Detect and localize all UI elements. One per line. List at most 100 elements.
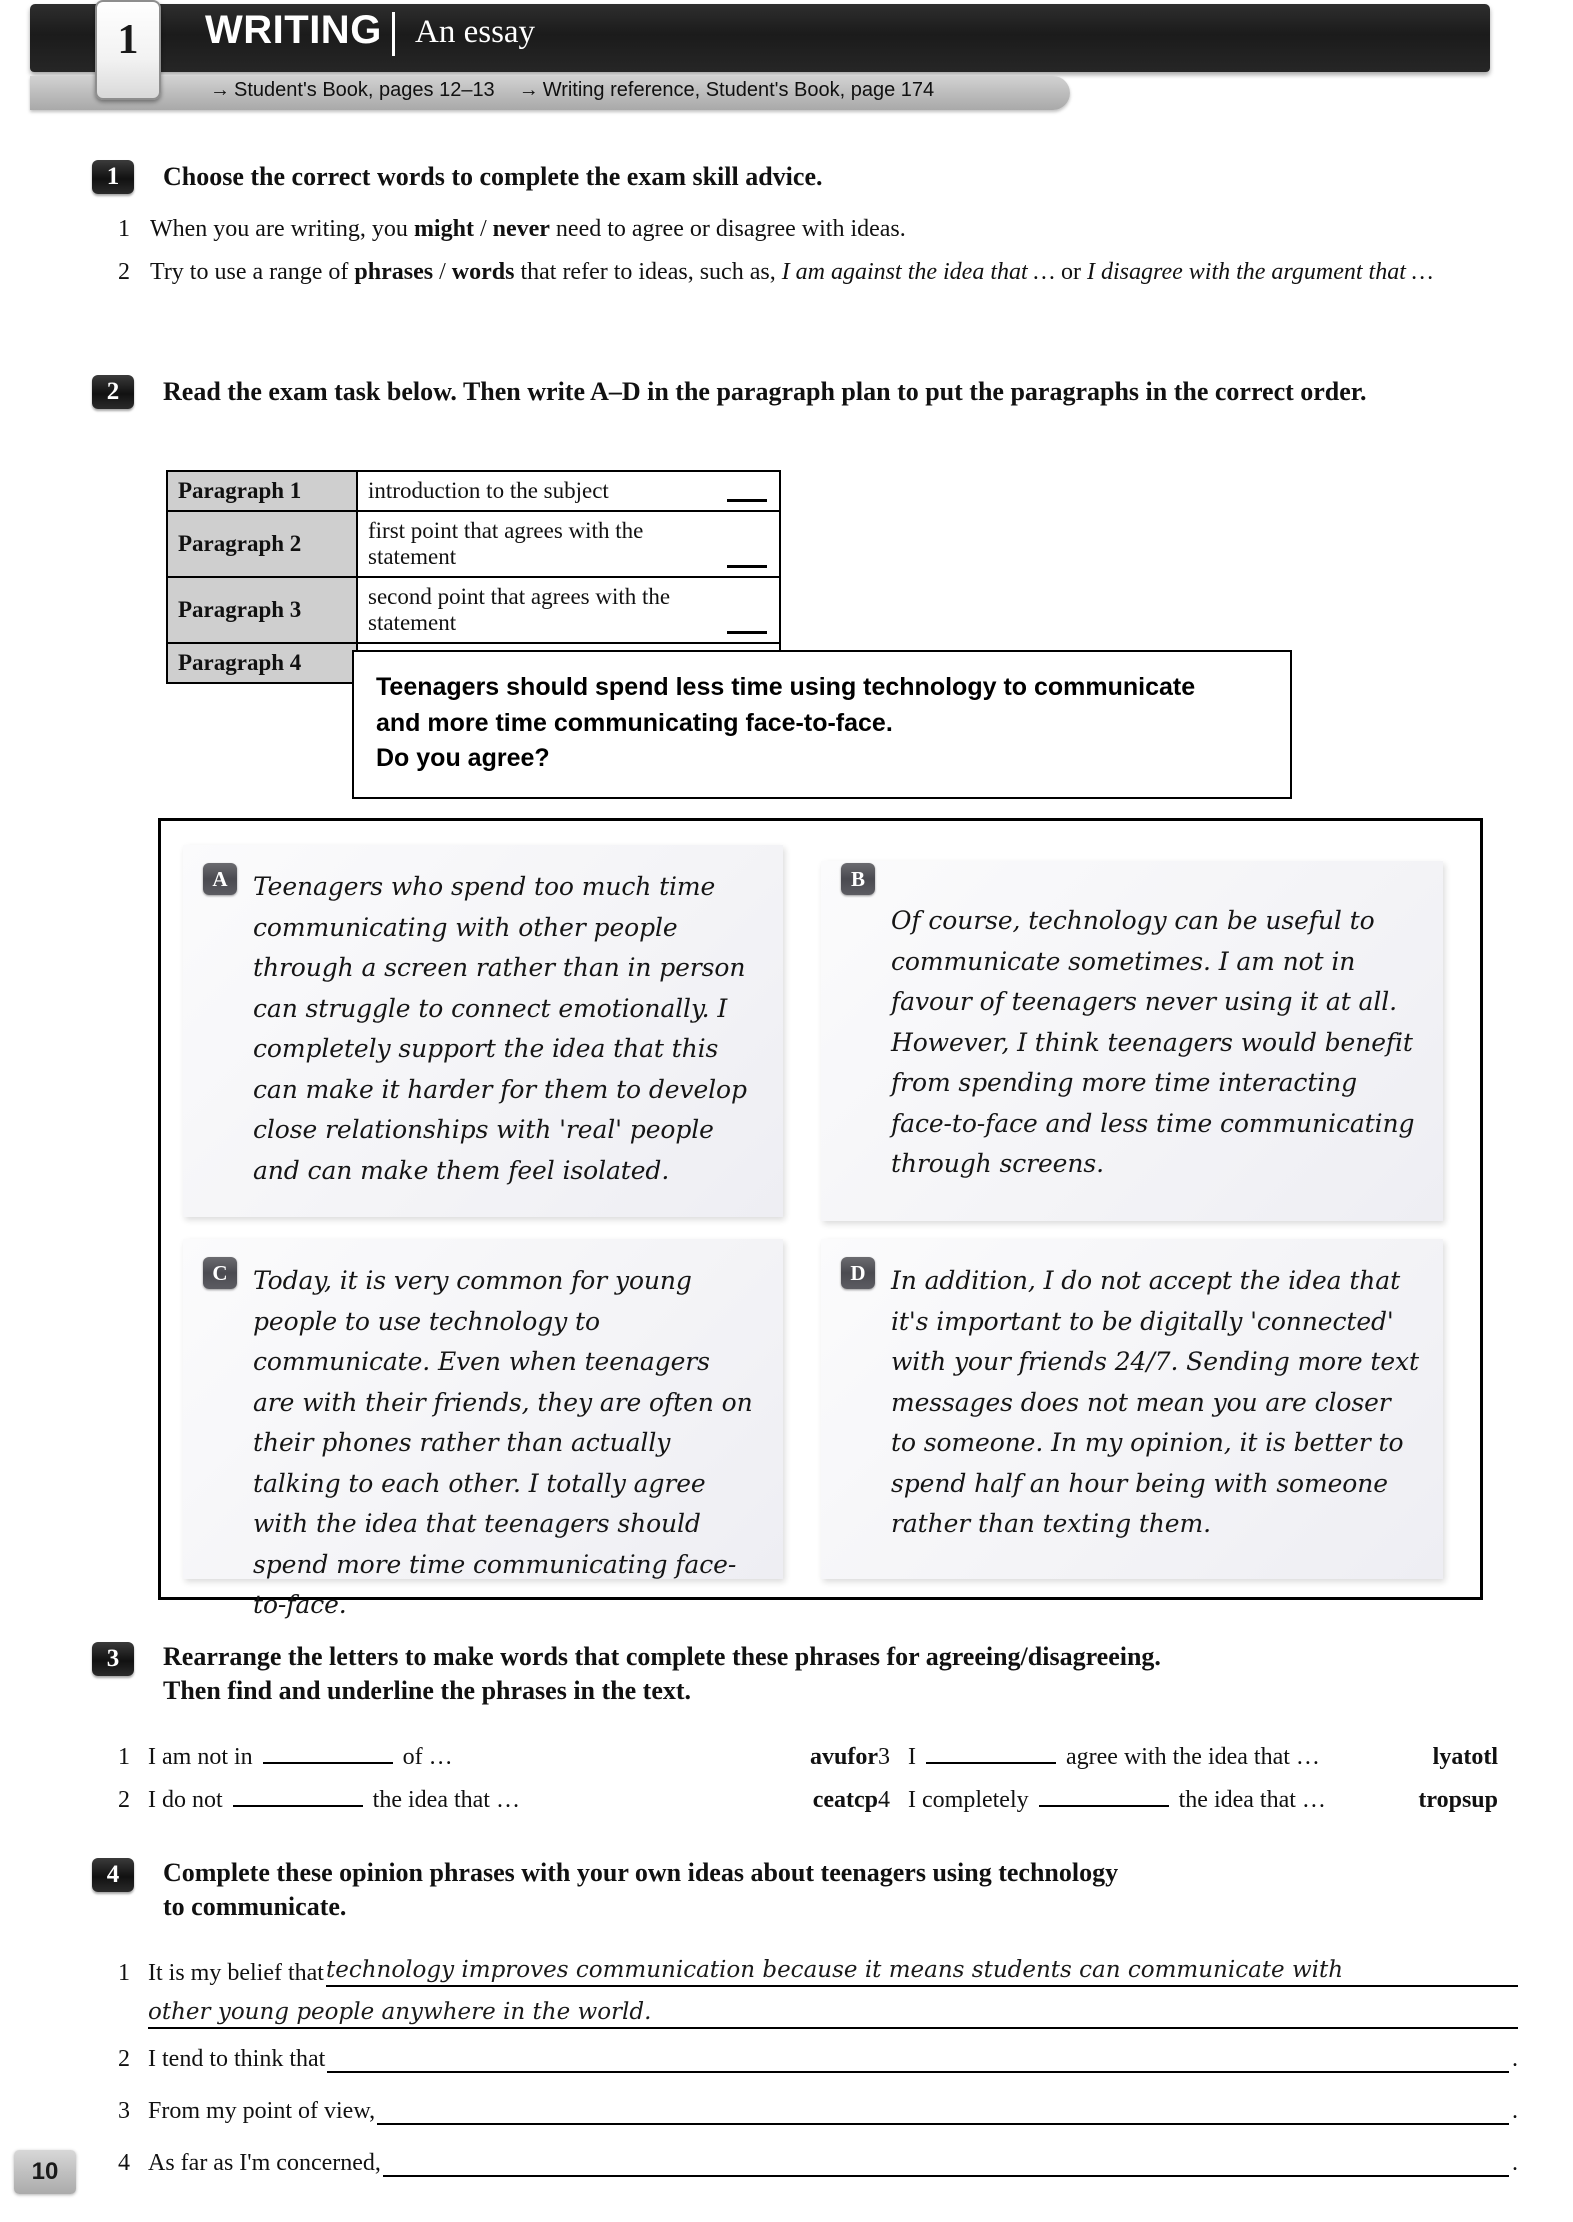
table-row: Paragraph 3 second point that agrees wit… [167,577,780,643]
item-stem: From my point of view, [148,2098,376,2124]
option-separator: / [433,258,452,285]
item-phrase: I agree with the idea that … [908,1742,1423,1771]
exam-task-line-2: and more time communicating face-to-face… [376,708,893,737]
item-number: 2 [118,2046,130,2072]
paragraph-text-b: Of course, technology can be useful to c… [891,906,1415,1178]
exercise-4-rubric-line-1: Complete these opinion phrases with your… [163,1858,1119,1887]
table-row: Paragraph 1 introduction to the subject [167,471,780,511]
paragraph-text-a: Teenagers who spend too much time commun… [253,872,747,1185]
item-phrase: I do not the idea that … [148,1785,773,1814]
item-mid: or [1055,258,1088,285]
unit-number-badge: 1 [95,0,161,100]
page-title: WRITING [205,8,382,52]
exercise-3-rubric: Rearrange the letters to make words that… [163,1640,1483,1709]
answer-blank[interactable] [382,2145,1509,2177]
exercise-4-items: 1 It is my belief that technology improv… [118,1955,1518,2183]
paragraph-label: Paragraph 3 [167,577,358,643]
item-phrase: I am not in of … [148,1742,690,1771]
paragraph-text-c: Today, it is very common for young peopl… [253,1266,753,1619]
item-end-punctuation: . [1512,2150,1518,2176]
item-phrase: I completely the idea that … [908,1785,1408,1814]
answer-blank[interactable] [1038,1785,1169,1807]
reference-item-1: → Student's Book, pages 12–13 [210,79,495,102]
answer-blank[interactable] [727,565,767,568]
anagram-word: ceatcp [812,1787,878,1813]
paragraph-description-text: introduction to the subject [368,478,609,503]
reference-item-2: → Writing reference, Student's Book, page… [519,79,934,102]
item-post: of … [396,1744,453,1770]
anagram-word: lyatotl [1432,1744,1498,1770]
item-number: 1 [118,1744,130,1770]
item-text: Try to use a range of phrases / words th… [150,255,1448,290]
exercise-3-items: 1 I am not in of … avufor 3 I agree with… [118,1742,1518,1828]
item-pre: I am not in [148,1744,259,1770]
exercise-4-item-1: 1 It is my belief that technology improv… [118,1955,1518,1987]
item-number: 4 [118,2150,130,2176]
answer-blank[interactable] [727,499,767,502]
paragraph-label: Paragraph 4 [167,643,358,683]
arrow-right-icon: → [210,79,230,101]
exercise-4-item-2: 2 I tend to think that . [118,2041,1518,2073]
item-pre: I completely [908,1787,1035,1813]
answer-blank[interactable] [262,1742,393,1764]
item-stem: I tend to think that [148,2046,326,2072]
option-a[interactable]: phrases [354,259,433,285]
table-row: Paragraph 2 first point that agrees with… [167,511,780,577]
item-end-punctuation: . [1512,2046,1518,2072]
exercise-1-number-label: 1 [106,163,120,190]
unit-number-label: 1 [117,17,139,63]
exercise-3-rubric-line-1: Rearrange the letters to make words that… [163,1642,1161,1671]
paragraph-letter-label: B [850,867,865,891]
exam-task-line-1: Teenagers should spend less time using t… [376,673,1196,701]
exercise-3-row-1: 1 I am not in of … avufor 3 I agree with… [118,1742,1518,1771]
item-number: 2 [118,1787,130,1813]
answer-blank[interactable] [727,631,767,634]
paragraph-cards-panel: A Teenagers who spend too much time comm… [158,818,1483,1619]
page-header: 1 WRITING An essay → Student's Book, page… [0,0,1573,120]
exercise-2-number-label: 2 [106,378,120,405]
page-number-label: 10 [31,2158,59,2185]
paragraph-card-d: D In addition, I do not accept the idea … [821,1239,1443,1579]
answer-blank[interactable] [232,1785,363,1807]
answer-blank[interactable]: technology improves communication becaus… [325,1955,1518,1987]
exercise-4-rubric: Complete these opinion phrases with your… [163,1856,1463,1925]
answer-blank[interactable] [926,1742,1056,1764]
answer-blank[interactable] [327,2041,1509,2073]
exercise-3-item-4: 4 I completely the idea that … tropsup [878,1785,1498,1814]
item-number: 1 [118,1960,130,1986]
exercise-1-item-1: 1 When you are writing, you might / neve… [118,212,1448,247]
item-stem: As far as I'm concerned, [148,2150,381,2176]
paragraph-letter-badge-d: D [841,1257,875,1289]
item-number: 4 [878,1787,890,1813]
option-b[interactable]: never [493,216,550,242]
item-pre: Try to use a range of [150,258,355,285]
option-b[interactable]: words [452,259,515,285]
answer-blank[interactable] [377,2093,1509,2125]
exercise-4-item-4: 4 As far as I'm concerned, . [118,2145,1518,2177]
paragraph-letter-badge-a: A [203,863,237,895]
paragraph-text-d: In addition, I do not accept the idea th… [891,1266,1419,1538]
option-a[interactable]: might [414,216,474,242]
example-phrase-b: I disagree with the argument that … [1087,258,1434,285]
paragraph-description: second point that agrees with the statem… [357,577,780,643]
reference-list: → Student's Book, pages 12–13 → Writing re… [210,79,934,102]
item-post: need to agree or disagree with ideas. [549,216,906,242]
option-separator: / [473,216,493,242]
anagram-word: tropsup [1418,1787,1498,1813]
exercise-4-rubric-line-2: to communicate. [163,1892,347,1922]
exercise-3-item-2: 2 I do not the idea that … ceatcp [118,1785,878,1814]
item-post: agree with the idea that … [1060,1744,1320,1770]
exercise-2-number-badge: 2 [92,375,134,409]
item-number: 3 [878,1744,890,1770]
exercise-4-number-badge: 4 [92,1858,134,1892]
answer-blank[interactable]: other young people anywhere in the world… [148,1993,1518,2029]
handwritten-answer-line-2: other young people anywhere in the world… [148,1999,652,2025]
exercise-1-items: 1 When you are writing, you might / neve… [118,212,1448,298]
paragraph-description-text: first point that agrees with the stateme… [368,518,644,569]
exercise-1-rubric: Choose the correct words to complete the… [163,162,823,191]
paragraph-letter-label: C [212,1261,228,1285]
page-subtitle: An essay [415,14,536,50]
paragraph-label: Paragraph 2 [167,511,358,577]
exam-task-question: Do you agree? [376,744,550,772]
paragraph-letter-label: D [850,1261,866,1285]
